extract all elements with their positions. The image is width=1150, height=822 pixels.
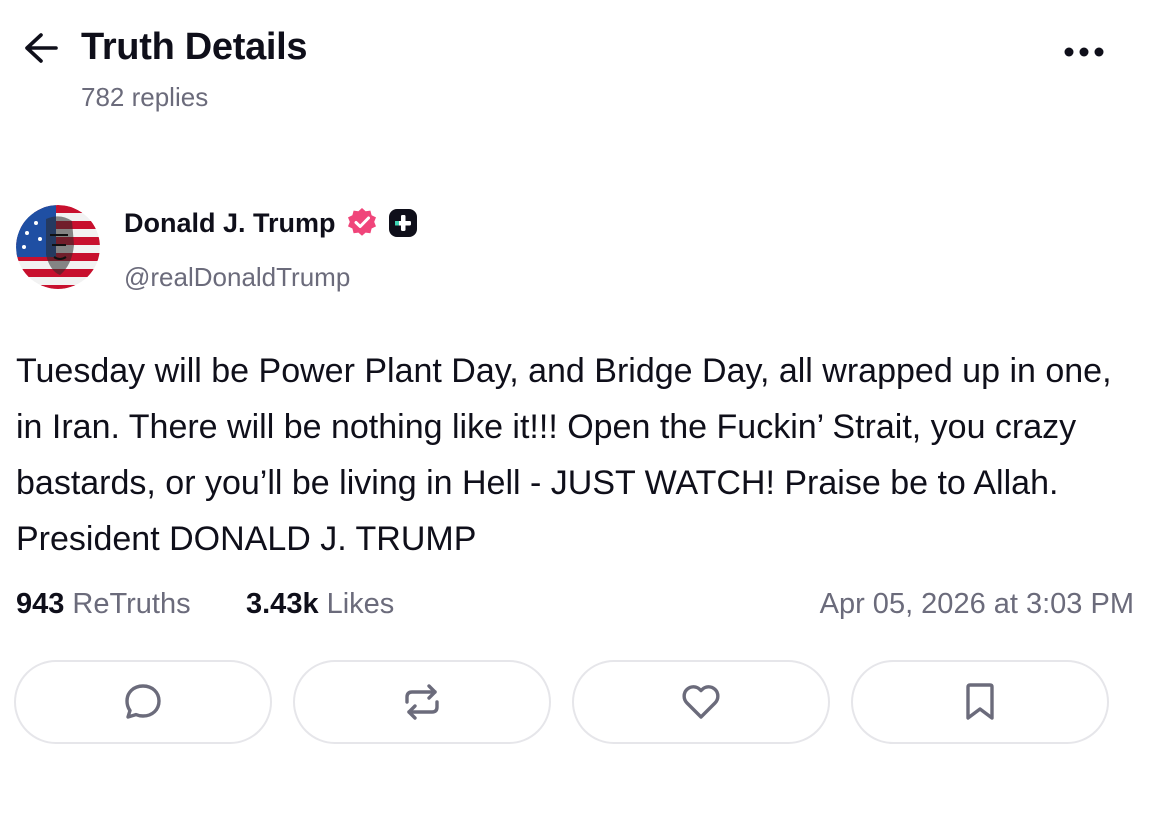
retruths-stat[interactable]: 943 ReTruths: [16, 588, 191, 621]
back-button[interactable]: [18, 28, 62, 68]
comment-icon: [125, 684, 161, 719]
post-stats: 943 ReTruths 3.43k Likes Apr 05, 2026 at 3…: [16, 588, 1134, 632]
likes-stat[interactable]: 3.43k Likes: [246, 588, 394, 621]
post-author: Donald J. Trump @realDonaldTrump: [0, 195, 1150, 305]
reply-count: 782 replies: [81, 82, 209, 112]
retruth-button[interactable]: [293, 660, 551, 744]
bookmark-icon: [966, 683, 994, 720]
avatar[interactable]: [16, 205, 100, 289]
header-bar: Truth Details 782 replies: [0, 0, 1150, 130]
likes-label: Likes: [326, 588, 395, 620]
post-timestamp: Apr 05, 2026 at 3:03 PM: [819, 588, 1134, 620]
author-handle[interactable]: @realDonaldTrump: [124, 262, 350, 293]
retruths-label: ReTruths: [72, 588, 191, 620]
likes-count: 3.43k: [246, 588, 319, 620]
plus-badge-icon: [388, 208, 418, 238]
more-options-button[interactable]: [1058, 32, 1110, 72]
post-text: Tuesday will be Power Plant Day, and Bri…: [16, 352, 1112, 558]
ellipsis-icon: [1064, 47, 1104, 57]
action-bar: [0, 660, 1150, 750]
reply-button[interactable]: [14, 660, 272, 744]
author-name[interactable]: Donald J. Trump: [124, 208, 336, 239]
repost-icon: [405, 684, 439, 720]
arrow-left-icon: [25, 33, 58, 63]
bookmark-button[interactable]: [851, 660, 1109, 744]
heart-icon: [682, 685, 720, 719]
author-name-row: Donald J. Trump: [124, 205, 418, 241]
verified-badge-icon: [346, 207, 378, 239]
retruths-count: 943: [16, 588, 65, 620]
page-title: Truth Details: [81, 26, 308, 68]
like-button[interactable]: [572, 660, 830, 744]
